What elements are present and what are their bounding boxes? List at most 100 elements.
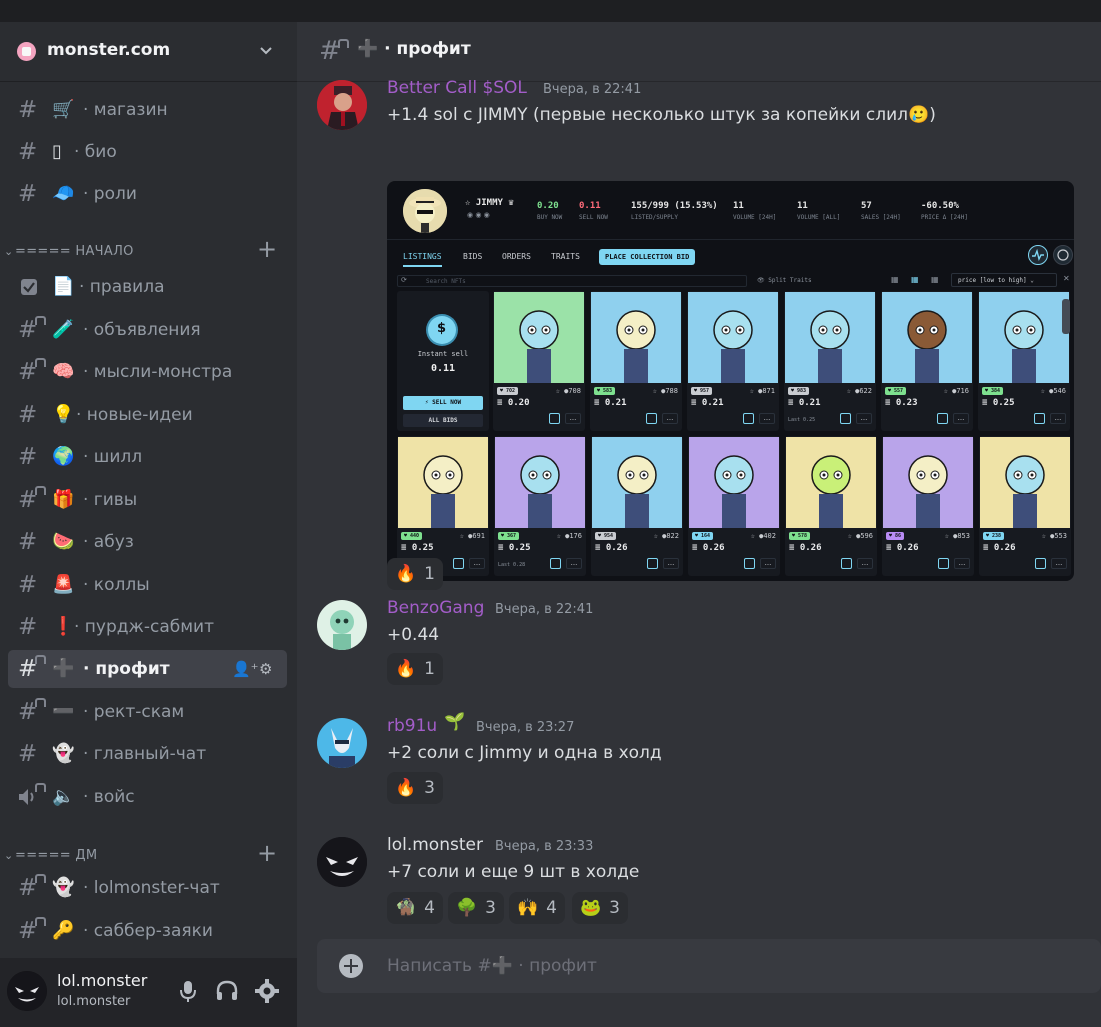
channel-giveaways[interactable]: # 🎁 · гивы (8, 481, 287, 519)
add-to-cart-icon[interactable] (840, 413, 851, 424)
nft-card[interactable]: ♥ 957 ☆ ●871 ≡ 0.21... (687, 291, 779, 431)
channel-shop[interactable]: # 🛒 · магазин (8, 91, 287, 129)
add-to-cart-icon[interactable] (1034, 413, 1045, 424)
gear-icon[interactable]: ⚙ (259, 660, 272, 678)
sell-now-button[interactable]: ⚡ SELL NOW (403, 396, 483, 410)
nft-card[interactable]: ♥ 583 ☆ ●788 ≡ 0.21... (590, 291, 682, 431)
nft-card[interactable]: ♥ 367 ☆ ●176 ≡ 0.25 Last 0.28... (494, 436, 586, 576)
sort-select[interactable]: price [low to high] ⌄ (951, 273, 1057, 287)
headphones-icon[interactable] (214, 978, 240, 1004)
channel-new-ideas[interactable]: # 💡 · новые-идеи (8, 396, 287, 434)
more-options-icon[interactable]: ... (663, 558, 679, 569)
create-channel-plus-icon[interactable]: + (257, 841, 277, 865)
more-options-icon[interactable]: ... (662, 413, 678, 424)
reaction[interactable]: 🔥 1 (387, 653, 443, 685)
tab-listings[interactable]: LISTINGS (403, 252, 442, 267)
more-options-icon[interactable]: ... (1051, 558, 1067, 569)
channel-calls[interactable]: # 🚨 · коллы (8, 566, 287, 604)
add-attachment-button[interactable] (339, 954, 363, 978)
scrollbar[interactable] (1062, 299, 1070, 334)
more-options-icon[interactable]: ... (565, 413, 581, 424)
channel-thoughts[interactable]: # 🧠 · мысли-монстра (8, 353, 287, 391)
grid-small-icon[interactable]: ▦ (891, 275, 899, 284)
chat-bubble-icon[interactable] (1053, 245, 1073, 265)
message-input[interactable] (387, 955, 1067, 977)
add-to-cart-icon[interactable] (841, 558, 852, 569)
channel-purge-submit[interactable]: # ❗ · пурдж-сабмит (8, 608, 287, 646)
more-options-icon[interactable]: ... (759, 413, 775, 424)
avatar[interactable] (317, 600, 367, 650)
create-channel-plus-icon[interactable]: + (257, 237, 277, 261)
add-to-cart-icon[interactable] (647, 558, 658, 569)
attachment-image[interactable]: ☆ JIMMY ♛ ◉ ◉ ◉ 0.20 BUY NOW 0.11 SELL NOW… (387, 181, 1074, 581)
nft-card[interactable]: ♥ 384 ☆ ●546 ≡ 0.25... (978, 291, 1070, 431)
more-options-icon[interactable]: ... (760, 558, 776, 569)
add-to-cart-icon[interactable] (550, 558, 561, 569)
nft-card[interactable]: ♥ 164 ☆ ●402 ≡ 0.26... (688, 436, 780, 576)
invite-user-icon[interactable]: 👤⁺ (232, 660, 259, 678)
channel-roles[interactable]: # 🧢 · роли (8, 175, 287, 213)
more-options-icon[interactable]: ... (954, 558, 970, 569)
channel-subber-requests[interactable]: # 🔑 · саббер-заяки (8, 912, 287, 950)
reaction[interactable]: 🧌 4 (387, 892, 443, 924)
close-icon[interactable]: ✕ (1063, 274, 1070, 283)
reaction[interactable]: 🙌 4 (509, 892, 565, 924)
avatar[interactable] (317, 718, 367, 768)
more-options-icon[interactable]: ... (857, 558, 873, 569)
refresh-icon[interactable]: ⟳ (401, 276, 407, 284)
add-to-cart-icon[interactable] (937, 413, 948, 424)
channel-main-chat[interactable]: # 👻 · главный-чат (8, 735, 287, 773)
message-author[interactable]: BenzoGang (387, 598, 484, 618)
add-to-cart-icon[interactable] (743, 413, 754, 424)
gear-icon[interactable] (254, 978, 280, 1004)
reaction[interactable]: 🐸 3 (572, 892, 628, 924)
more-options-icon[interactable]: ... (469, 558, 485, 569)
channel-bio[interactable]: # ▯ · био (8, 133, 287, 171)
add-to-cart-icon[interactable] (1035, 558, 1046, 569)
message-author[interactable]: rb91u (387, 716, 437, 736)
channel-profit[interactable]: # ➕ · профит 👤⁺ ⚙ (8, 650, 287, 688)
message-author[interactable]: Better Call $SOL (387, 78, 527, 98)
category-dm[interactable]: ⌄ ===== ДМ + (0, 841, 297, 868)
reaction[interactable]: 🔥 3 (387, 772, 443, 804)
channel-rekt-scam[interactable]: # ➖ · рект-скам (8, 693, 287, 731)
nft-card[interactable]: ♥ 954 ☆ ●822 ≡ 0.26... (591, 436, 683, 576)
add-to-cart-icon[interactable] (549, 413, 560, 424)
nft-card[interactable]: ♥ 440 ☆ ●691 ≡ 0.25... (397, 436, 489, 576)
more-options-icon[interactable]: ... (953, 413, 969, 424)
add-to-cart-icon[interactable] (744, 558, 755, 569)
avatar[interactable] (7, 971, 47, 1011)
channel-voice[interactable]: 🔈 · войс (8, 778, 287, 816)
channel-shill[interactable]: # 🌍 · шилл (8, 438, 287, 476)
add-to-cart-icon[interactable] (646, 413, 657, 424)
activity-icon[interactable] (1028, 245, 1048, 265)
nft-card[interactable]: ♥ 578 ☆ ●596 ≡ 0.26... (785, 436, 877, 576)
server-header[interactable]: monster.com (0, 22, 297, 82)
split-traits-toggle[interactable]: 👁 Split Traits (757, 275, 812, 287)
more-options-icon[interactable]: ... (856, 413, 872, 424)
nft-search-input[interactable]: Search NFTs (397, 275, 747, 287)
nft-card[interactable]: ♥ 557 ☆ ●716 ≡ 0.23... (881, 291, 973, 431)
reaction[interactable]: 🌳 3 (448, 892, 504, 924)
all-bids-button[interactable]: ALL BIDS (403, 414, 483, 427)
microphone-icon[interactable] (175, 978, 201, 1004)
chevron-down-icon[interactable] (258, 42, 274, 58)
channel-abuse[interactable]: # 🍉 · абуз (8, 523, 287, 561)
tab-orders[interactable]: ORDERS (502, 252, 531, 261)
tab-bids[interactable]: BIDS (463, 252, 482, 261)
nft-card[interactable]: ♥ 86 ☆ ●853 ≡ 0.26... (882, 436, 974, 576)
channel-announcements[interactable]: # 🧪 · объявления (8, 311, 287, 349)
nft-card[interactable]: ♥ 238 ☆ ●553 ≡ 0.26... (979, 436, 1071, 576)
message-author[interactable]: lol.monster (387, 835, 483, 855)
nft-card[interactable]: ♥ 702 ☆ ●708 ≡ 0.20... (493, 291, 585, 431)
add-to-cart-icon[interactable] (938, 558, 949, 569)
channel-lolmonster-chat[interactable]: # 👻 · lolmonster-чат (8, 869, 287, 907)
reaction[interactable]: 🔥 1 (387, 558, 443, 590)
tab-traits[interactable]: TRAITS (551, 252, 580, 261)
grid-large-icon[interactable]: ▦ (931, 275, 939, 284)
more-options-icon[interactable]: ... (566, 558, 582, 569)
avatar[interactable] (317, 80, 367, 130)
place-collection-bid-button[interactable]: PLACE COLLECTION BID (599, 249, 696, 265)
channel-rules[interactable]: 📄 · правила (8, 268, 287, 306)
category-start[interactable]: ⌄ ===== НАЧАЛО + (0, 237, 297, 264)
